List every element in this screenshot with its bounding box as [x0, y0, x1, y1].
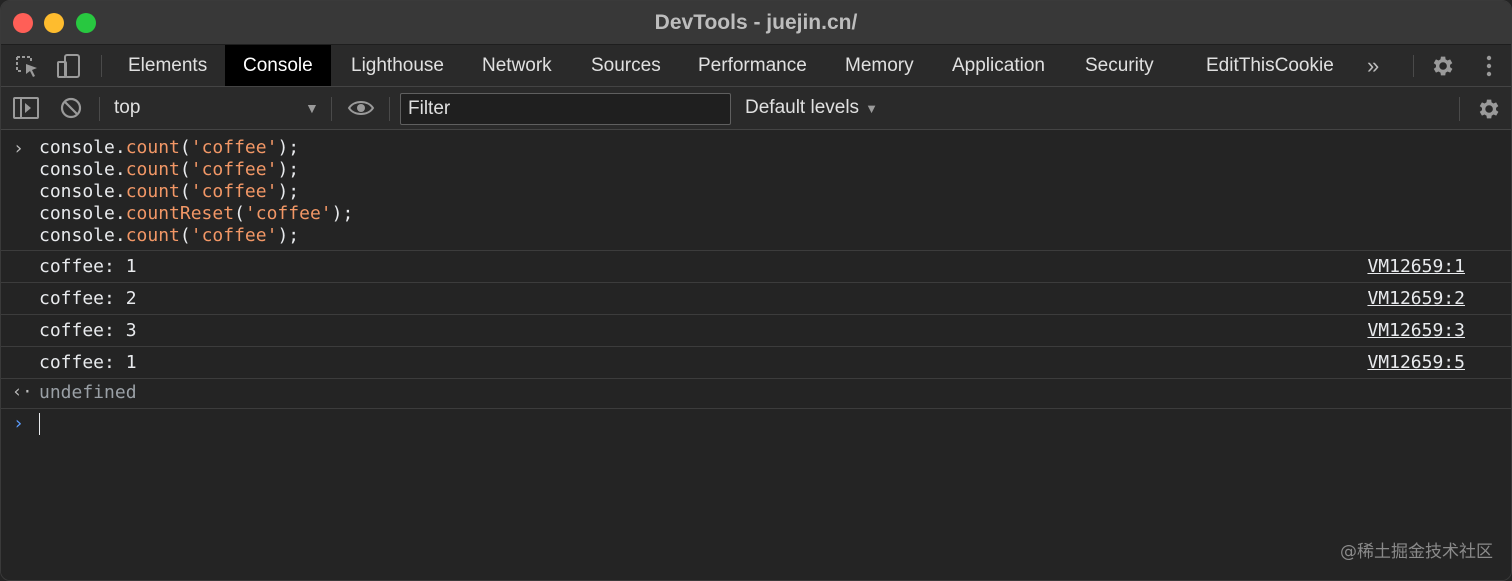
code-line: console.count('coffee'); [39, 225, 300, 246]
tab-security[interactable]: Security [1067, 45, 1172, 86]
log-message: coffee: 1 [39, 352, 137, 373]
code-line: console.count('coffee'); [39, 181, 300, 202]
log-message: coffee: 3 [39, 320, 137, 341]
tabbar-separator [101, 55, 102, 77]
show-sidebar-icon[interactable] [13, 96, 39, 125]
toolbar-separator [99, 97, 100, 121]
log-levels-label: Default levels [745, 97, 860, 118]
context-selector[interactable]: top [114, 97, 140, 119]
toolbar-separator [389, 97, 390, 121]
input-chevron-icon: › [13, 138, 24, 159]
console-input-entry: › console.count('coffee'); console.count… [1, 130, 1511, 251]
tab-memory[interactable]: Memory [827, 45, 932, 86]
inspect-element-icon[interactable] [13, 53, 41, 79]
source-link[interactable]: VM12659:2 [1367, 288, 1465, 309]
tabbar-separator [1413, 55, 1414, 77]
tab-lighthouse[interactable]: Lighthouse [333, 45, 462, 86]
code-line: console.countReset('coffee'); [39, 203, 354, 224]
live-expression-eye-icon[interactable] [347, 97, 375, 124]
log-message: coffee: 1 [39, 256, 137, 277]
clear-console-icon[interactable] [59, 96, 83, 125]
tab-application[interactable]: Application [934, 45, 1063, 86]
console-output: › console.count('coffee'); console.count… [1, 130, 1511, 580]
device-toolbar-icon[interactable] [55, 53, 83, 79]
log-levels-dropdown[interactable]: Default levels ▼ [745, 97, 878, 119]
log-message: coffee: 2 [39, 288, 137, 309]
filter-input[interactable] [400, 93, 731, 125]
chevron-down-icon[interactable]: ▼ [305, 100, 319, 116]
devtools-window: DevTools - juejin.cn/ Elements Console L… [0, 0, 1512, 581]
console-toolbar: top ▼ Default levels ▼ [1, 87, 1511, 130]
return-value: undefined [39, 382, 137, 403]
tab-elements[interactable]: Elements [110, 45, 225, 86]
tab-console[interactable]: Console [225, 45, 331, 86]
prompt-chevron-icon: › [13, 413, 24, 434]
tab-editthiscookie[interactable]: EditThisCookie [1188, 45, 1352, 86]
tab-network[interactable]: Network [464, 45, 570, 86]
more-tabs-button[interactable]: » [1349, 45, 1397, 86]
log-message-row: coffee: 1 VM12659:5 [1, 347, 1511, 379]
chevron-down-icon: ▼ [865, 101, 878, 116]
code-line: console.count('coffee'); [39, 137, 300, 158]
more-options-icon[interactable] [1475, 53, 1503, 79]
source-link[interactable]: VM12659:5 [1367, 352, 1465, 373]
log-message-row: coffee: 2 VM12659:2 [1, 283, 1511, 315]
watermark: @稀土掘金技术社区 [1340, 542, 1493, 562]
title-bar: DevTools - juejin.cn/ [1, 1, 1511, 45]
toolbar-separator [1459, 97, 1460, 121]
source-link[interactable]: VM12659:3 [1367, 320, 1465, 341]
window-title: DevTools - juejin.cn/ [654, 11, 858, 34]
result-row: ‹· undefined [1, 379, 1511, 409]
toolbar-separator [331, 97, 332, 121]
console-prompt-input[interactable] [39, 413, 40, 435]
return-arrow-icon: ‹· [12, 382, 33, 402]
console-settings-gear-icon[interactable] [1475, 96, 1501, 127]
log-message-row: coffee: 1 VM12659:1 [1, 251, 1511, 283]
panel-tab-bar: Elements Console Lighthouse Network Sour… [1, 45, 1511, 87]
tab-performance[interactable]: Performance [680, 45, 825, 86]
settings-gear-icon[interactable] [1429, 53, 1457, 79]
log-message-row: coffee: 3 VM12659:3 [1, 315, 1511, 347]
source-link[interactable]: VM12659:1 [1367, 256, 1465, 277]
tab-sources[interactable]: Sources [573, 45, 679, 86]
code-line: console.count('coffee'); [39, 159, 300, 180]
